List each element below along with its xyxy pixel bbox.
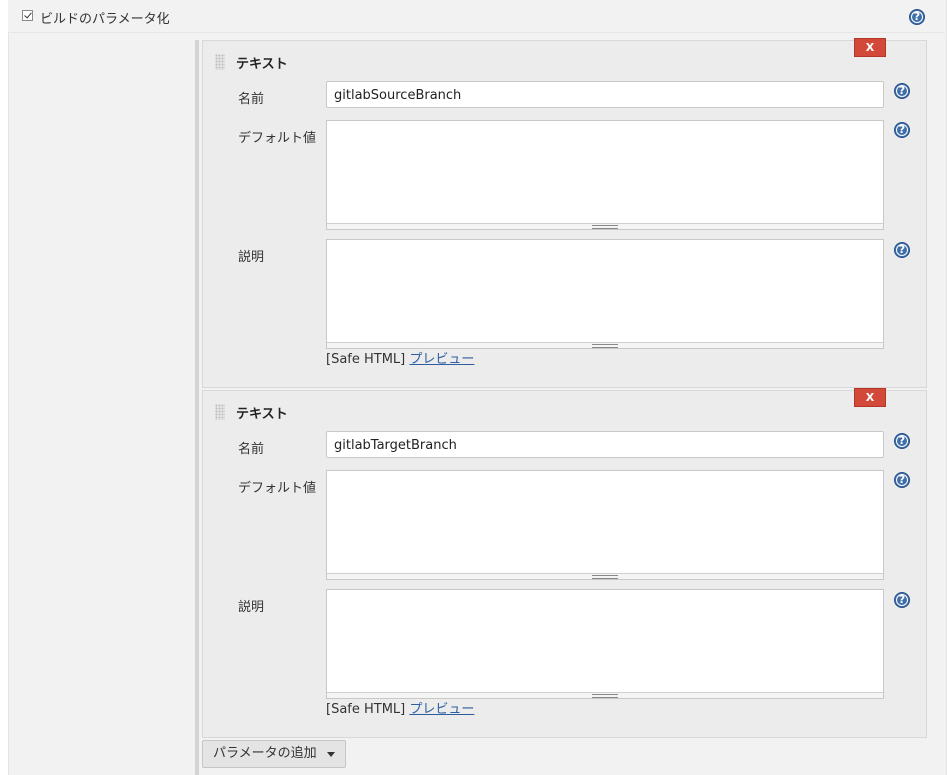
description-textarea[interactable] (326, 589, 884, 699)
description-label: 説明 (238, 600, 265, 615)
default-value-textarea[interactable] (326, 470, 884, 580)
default-value-textarea[interactable] (326, 120, 884, 230)
help-icon[interactable]: ? (894, 242, 910, 258)
nesting-bar (195, 40, 199, 775)
add-parameter-button[interactable]: パラメータの追加 (202, 740, 346, 768)
parameterized-checkbox[interactable] (22, 10, 33, 21)
remove-parameter-button[interactable]: X (854, 38, 886, 57)
preview-link[interactable]: プレビュー (409, 352, 474, 367)
resize-grip-icon[interactable] (327, 223, 883, 229)
safe-html-label: [Safe HTML] (326, 352, 406, 367)
remove-parameter-button[interactable]: X (854, 388, 886, 407)
parameterized-build-row: ビルドのパラメータ化 ? (8, 0, 945, 33)
add-parameter-label: パラメータの追加 (213, 746, 317, 761)
parameter-type-title: テキスト (236, 407, 288, 422)
default-value-label: デフォルト値 (238, 481, 317, 496)
safe-html-note: [Safe HTML] プレビュー (326, 348, 474, 367)
resize-grip-icon[interactable] (327, 573, 883, 579)
parameter-type-title: テキスト (236, 57, 288, 72)
description-label: 説明 (238, 250, 265, 265)
name-label: 名前 (238, 442, 265, 457)
default-value-label: デフォルト値 (238, 131, 317, 146)
help-icon[interactable]: ? (894, 592, 910, 608)
parameter-block: テキスト X 名前 gitlabSourceBranch ? デフォルト値 ? … (202, 38, 927, 388)
help-icon[interactable]: ? (894, 433, 910, 449)
help-icon[interactable]: ? (894, 472, 910, 488)
name-input[interactable]: gitlabSourceBranch (326, 81, 884, 108)
help-icon[interactable]: ? (894, 83, 910, 99)
help-icon[interactable]: ? (894, 122, 910, 138)
preview-link[interactable]: プレビュー (409, 702, 474, 717)
safe-html-label: [Safe HTML] (326, 702, 406, 717)
parameterized-checkbox-label[interactable]: ビルドのパラメータ化 (40, 8, 170, 27)
drag-handle-icon[interactable] (215, 404, 225, 420)
chevron-down-icon (326, 752, 335, 757)
drag-handle-icon[interactable] (215, 54, 225, 70)
safe-html-note: [Safe HTML] プレビュー (326, 698, 474, 717)
name-input[interactable]: gitlabTargetBranch (326, 431, 884, 458)
description-textarea[interactable] (326, 239, 884, 349)
name-label: 名前 (238, 92, 265, 107)
parameter-block: テキスト X 名前 gitlabTargetBranch ? デフォルト値 ? … (202, 388, 927, 738)
help-icon[interactable]: ? (909, 9, 925, 25)
